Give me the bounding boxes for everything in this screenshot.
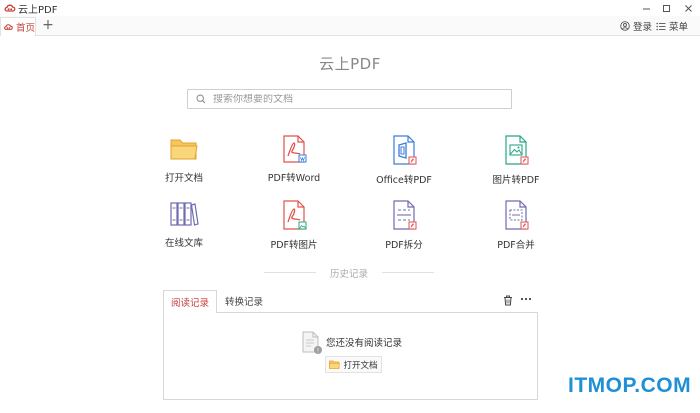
close-button[interactable]	[678, 0, 698, 16]
title-bar: 云上PDF	[0, 0, 700, 16]
tool-label: 在线文库	[164, 238, 203, 249]
history-tabs: 阅读记录 转换记录	[163, 290, 538, 313]
menu-label: 菜单	[669, 22, 689, 33]
tool-pdf-to-image[interactable]: PDF转图片	[249, 199, 339, 251]
close-icon	[684, 4, 692, 12]
library-icon	[170, 202, 199, 226]
clear-history-button[interactable]	[503, 295, 513, 309]
menu-button[interactable]: 菜单	[656, 19, 688, 33]
tool-office-to-pdf[interactable]: Office转PDF	[359, 134, 449, 186]
tool-label: PDF转图片	[270, 240, 318, 251]
pdf-merge-icon	[505, 200, 529, 230]
more-options-button[interactable]	[520, 292, 532, 307]
empty-state-text: 您还没有阅读记录	[326, 338, 403, 349]
svg-text:!: !	[317, 348, 319, 355]
search-box[interactable]	[187, 89, 512, 109]
history-heading: 历史记录	[0, 266, 700, 280]
office-to-pdf-icon	[393, 135, 417, 165]
window-title: 云上PDF	[18, 5, 58, 16]
maximize-icon	[662, 4, 670, 12]
login-button[interactable]: 登录	[620, 19, 652, 33]
tool-open-document[interactable]: 打开文档	[139, 134, 229, 184]
history-heading-label: 历史记录	[329, 269, 368, 280]
tool-label: Office转PDF	[376, 175, 432, 186]
minimize-icon	[642, 8, 650, 9]
maximize-button[interactable]	[656, 0, 676, 16]
divider	[382, 272, 434, 273]
folder-icon	[170, 139, 198, 160]
add-tab-button[interactable]: +	[41, 17, 55, 35]
tool-label: PDF转Word	[267, 173, 321, 184]
empty-document-icon: !	[302, 331, 322, 355]
tool-image-to-pdf[interactable]: 图片转PDF	[471, 134, 561, 186]
home-logo-icon	[4, 24, 13, 30]
tool-online-library[interactable]: 在线文库	[139, 199, 229, 249]
tool-label: PDF合并	[497, 240, 535, 251]
page-title: 云上PDF	[319, 55, 381, 73]
trash-icon	[504, 295, 512, 306]
tool-label: PDF拆分	[385, 240, 423, 251]
more-icon	[520, 297, 532, 301]
open-document-button[interactable]: 打开文档	[325, 356, 382, 373]
tool-label: 打开文档	[164, 173, 203, 184]
divider	[264, 272, 316, 273]
user-icon	[620, 21, 630, 31]
app-logo-icon	[4, 4, 16, 12]
tab-reading-history[interactable]: 阅读记录	[163, 290, 217, 313]
search-input[interactable]	[213, 93, 493, 105]
login-label: 登录	[633, 22, 653, 33]
tool-pdf-split[interactable]: PDF拆分	[359, 199, 449, 251]
image-to-pdf-icon	[505, 135, 529, 165]
tool-pdf-to-word[interactable]: PDF转Word	[249, 134, 339, 184]
tab-bar: 首页 + 登录 菜单	[0, 16, 700, 36]
minimize-button[interactable]	[636, 0, 656, 16]
tool-pdf-merge[interactable]: PDF合并	[471, 199, 561, 251]
tool-label: 图片转PDF	[492, 175, 540, 186]
open-document-label: 打开文档	[343, 360, 378, 371]
pdf-to-image-icon	[283, 200, 307, 230]
search-icon	[196, 94, 206, 104]
watermark: ITMOP.COM	[568, 374, 692, 397]
tab-convert-history[interactable]: 转换记录	[221, 290, 267, 312]
history-panel: ! 您还没有阅读记录 打开文档	[163, 312, 538, 400]
tab-home-label: 首页	[16, 23, 36, 34]
tab-home[interactable]: 首页	[0, 17, 36, 36]
menu-icon	[656, 22, 666, 30]
folder-icon	[329, 360, 341, 369]
pdf-to-word-icon	[283, 135, 307, 163]
pdf-split-icon	[393, 200, 417, 230]
